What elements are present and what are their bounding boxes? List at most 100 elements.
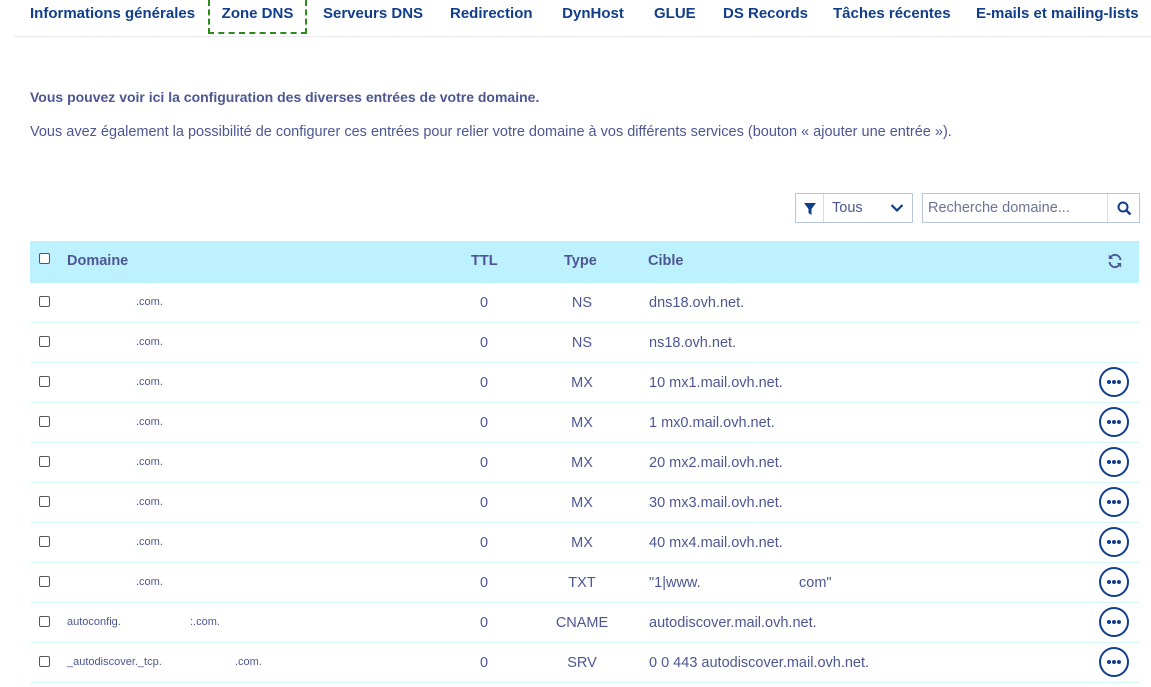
row-domain: .com.	[235, 656, 262, 668]
row-target: "1|www.	[649, 575, 701, 591]
table-row: _autodiscover._tcp. .com. 0 SRV 0 0 443 auto…	[30, 643, 1139, 683]
filter-icon	[804, 203, 816, 215]
row-ttl: 0	[480, 295, 489, 311]
more-dots-icon	[1112, 500, 1116, 504]
row-type: CNAME	[555, 615, 609, 631]
row-checkbox[interactable]	[39, 496, 50, 507]
more-dots-icon	[1117, 540, 1121, 544]
more-dots-icon	[1112, 420, 1116, 424]
column-header-domain[interactable]: Domaine	[67, 253, 128, 269]
row-target: com"	[799, 575, 832, 591]
tab-zone-dns[interactable]: Zone DNS	[208, 0, 307, 34]
more-dots-icon	[1107, 460, 1111, 464]
row-target: dns18.ovh.net.	[649, 295, 745, 311]
more-dots-icon	[1117, 500, 1121, 504]
refresh-icon[interactable]	[1107, 253, 1123, 269]
row-ttl: 0	[480, 615, 489, 631]
column-header-ttl[interactable]: TTL	[471, 253, 498, 269]
table-row: .com. 0 TXT "1|www. com"	[30, 563, 1139, 603]
row-domain: .com.	[136, 576, 163, 588]
row-target: autodiscover.mail.ovh.net.	[649, 615, 817, 631]
more-dots-icon	[1107, 420, 1111, 424]
table-row: .com. 0 MX 20 mx2.mail.ovh.net.	[30, 443, 1139, 483]
tab-emails-mailing-lists[interactable]: E-mails et mailing-lists	[976, 0, 1139, 34]
row-actions-button[interactable]	[1099, 527, 1129, 557]
more-dots-icon	[1117, 380, 1121, 384]
row-domain: .com.	[136, 296, 163, 308]
select-all-checkbox[interactable]	[39, 253, 50, 264]
more-dots-icon	[1112, 540, 1116, 544]
row-domain: .com.	[136, 376, 163, 388]
row-checkbox[interactable]	[39, 616, 50, 627]
column-header-target[interactable]: Cible	[648, 253, 683, 269]
tab-bar-divider	[14, 36, 1151, 37]
column-header-type[interactable]: Type	[564, 253, 597, 269]
table-header: Domaine TTL Type Cible	[30, 241, 1139, 283]
search-button[interactable]	[1107, 194, 1140, 222]
row-checkbox[interactable]	[39, 296, 50, 307]
row-ttl: 0	[480, 655, 489, 671]
table-row: .com. 0 MX 40 mx4.mail.ovh.net.	[30, 523, 1139, 563]
more-dots-icon	[1107, 660, 1111, 664]
row-actions-button[interactable]	[1099, 447, 1129, 477]
row-target: ns18.ovh.net.	[649, 335, 737, 351]
row-actions-button[interactable]	[1099, 607, 1129, 637]
row-ttl: 0	[480, 415, 489, 431]
row-domain: .com.	[136, 456, 163, 468]
row-actions-button[interactable]	[1099, 567, 1129, 597]
row-checkbox[interactable]	[39, 416, 50, 427]
row-ttl: 0	[480, 455, 489, 471]
row-domain: .com.	[136, 536, 163, 548]
row-actions-button[interactable]	[1099, 367, 1129, 397]
row-actions-button[interactable]	[1099, 407, 1129, 437]
type-filter-select[interactable]: Tous	[795, 193, 913, 223]
chevron-down-icon	[890, 204, 904, 213]
more-dots-icon	[1117, 660, 1121, 664]
row-checkbox[interactable]	[39, 656, 50, 667]
search-icon	[1117, 201, 1132, 216]
more-dots-icon	[1107, 380, 1111, 384]
more-dots-icon	[1107, 540, 1111, 544]
row-checkbox[interactable]	[39, 456, 50, 467]
domain-search-input[interactable]	[923, 194, 1106, 222]
more-dots-icon	[1117, 580, 1121, 584]
row-domain: .com.	[136, 416, 163, 428]
tab-bar: Informations générales Zone DNS Serveurs…	[0, 0, 1151, 37]
row-target: 20 mx2.mail.ovh.net.	[649, 455, 783, 471]
tab-serveurs-dns[interactable]: Serveurs DNS	[323, 0, 423, 34]
row-target: 0 0 443 autodiscover.mail.ovh.net.	[649, 655, 870, 671]
more-dots-icon	[1112, 580, 1116, 584]
tab-dynhost[interactable]: DynHost	[562, 0, 624, 34]
row-ttl: 0	[480, 535, 489, 551]
row-type: MX	[571, 415, 593, 431]
row-type: MX	[571, 375, 593, 391]
tab-redirection[interactable]: Redirection	[450, 0, 533, 34]
row-target: 10 mx1.mail.ovh.net.	[649, 375, 783, 391]
row-domain: .com.	[136, 336, 163, 348]
row-type: TXT	[568, 575, 596, 591]
row-domain: autoconfig.	[67, 616, 121, 628]
more-dots-icon	[1117, 620, 1121, 624]
row-target: 40 mx4.mail.ovh.net.	[649, 535, 783, 551]
more-dots-icon	[1107, 580, 1111, 584]
row-type: NS	[571, 295, 593, 311]
tab-informations-generales[interactable]: Informations générales	[30, 0, 195, 34]
row-type: SRV	[567, 655, 597, 671]
row-domain: .com.	[136, 496, 163, 508]
more-dots-icon	[1112, 620, 1116, 624]
tab-ds-records[interactable]: DS Records	[723, 0, 808, 34]
table-row: .com. 0 MX 1 mx0.mail.ovh.net.	[30, 403, 1139, 443]
row-actions-button[interactable]	[1099, 647, 1129, 677]
tab-taches-recentes[interactable]: Tâches récentes	[833, 0, 951, 34]
row-checkbox[interactable]	[39, 576, 50, 587]
row-checkbox[interactable]	[39, 336, 50, 347]
row-checkbox[interactable]	[39, 536, 50, 547]
table-row: autoconfig.:.com. 0 CNAME autodiscover.mail…	[30, 603, 1139, 643]
tab-glue[interactable]: GLUE	[654, 0, 696, 34]
table-row: .com. 0 NS dns18.ovh.net.	[30, 283, 1139, 323]
type-filter-value: Tous	[832, 200, 863, 216]
row-ttl: 0	[480, 335, 489, 351]
row-actions-button[interactable]	[1099, 487, 1129, 517]
row-checkbox[interactable]	[39, 376, 50, 387]
table-row: .com. 0 MX 30 mx3.mail.ovh.net.	[30, 483, 1139, 523]
